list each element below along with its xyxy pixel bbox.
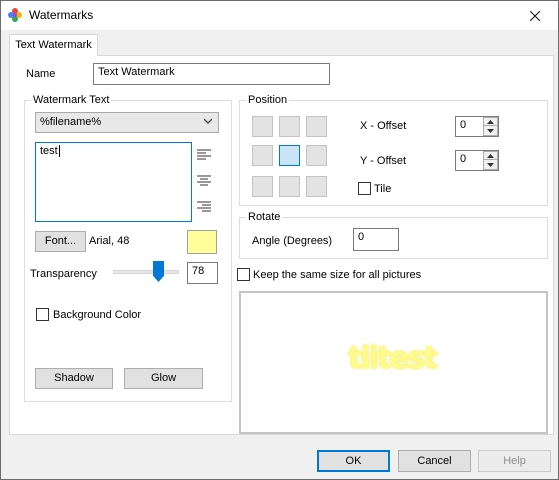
window-title: Watermarks: [29, 8, 94, 22]
cancel-button[interactable]: Cancel: [398, 450, 471, 472]
y-offset-down[interactable]: [484, 161, 497, 169]
tile-label: Tile: [374, 183, 392, 195]
spin-down-icon: [487, 163, 494, 167]
align-left-icon[interactable]: [197, 149, 211, 161]
tab-panel: Name Text Watermark Watermark Text %file…: [9, 55, 554, 435]
y-offset-label: Y - Offset: [360, 155, 407, 167]
watermark-app-icon: [8, 8, 22, 22]
position-top-left[interactable]: [252, 116, 273, 137]
spin-up-icon: [487, 119, 494, 124]
position-top-center[interactable]: [279, 116, 300, 137]
help-button[interactable]: Help: [478, 450, 551, 472]
name-label: Name: [26, 68, 56, 80]
watermark-text-dropdown[interactable]: %filename%: [35, 112, 219, 133]
keep-size-checkbox[interactable]: [237, 268, 250, 281]
y-offset-value: 0: [460, 153, 467, 165]
position-middle-right[interactable]: [306, 145, 327, 166]
y-offset-spinner[interactable]: [483, 151, 498, 170]
x-offset-value: 0: [460, 119, 467, 131]
position-middle-center[interactable]: [279, 145, 300, 166]
background-color-checkbox[interactable]: [36, 308, 49, 321]
shadow-button[interactable]: Shadow: [35, 368, 113, 389]
watermarks-dialog: Watermarks Text Watermark Name Text Wate…: [0, 0, 559, 480]
position-bottom-left[interactable]: [252, 176, 273, 197]
position-group-title: Position: [246, 94, 290, 106]
dropdown-value: %filename%: [40, 116, 102, 128]
transparency-label: Transparency: [30, 268, 97, 280]
dialog-footer: OK Cancel Help: [1, 441, 558, 479]
glow-button[interactable]: Glow: [124, 368, 203, 389]
keep-size-label: Keep the same size for all pictures: [253, 269, 422, 281]
close-button[interactable]: [512, 1, 558, 30]
tile-checkbox[interactable]: [358, 182, 371, 195]
x-offset-label: X - Offset: [360, 120, 407, 132]
spin-up-icon: [487, 153, 494, 158]
angle-input[interactable]: 0: [353, 228, 399, 251]
position-bottom-right[interactable]: [306, 176, 327, 197]
text-color-swatch[interactable]: [187, 230, 217, 254]
watermark-text-group-title: Watermark Text: [31, 94, 112, 106]
y-offset-up[interactable]: [484, 152, 497, 160]
x-offset-up[interactable]: [484, 118, 497, 126]
watermark-preview: tiitest: [239, 291, 548, 434]
preview-text: tiitest: [348, 341, 438, 376]
name-input[interactable]: Text Watermark: [93, 63, 330, 85]
transparency-slider-track[interactable]: [113, 270, 179, 274]
watermark-text-value: test: [40, 145, 58, 157]
watermark-text-area[interactable]: test: [35, 142, 192, 222]
position-middle-left[interactable]: [252, 145, 273, 166]
ok-button[interactable]: OK: [317, 450, 390, 472]
transparency-input[interactable]: 78: [187, 262, 218, 284]
angle-label: Angle (Degrees): [252, 235, 333, 247]
title-bar: Watermarks: [1, 1, 558, 30]
align-center-icon[interactable]: [197, 175, 211, 187]
close-icon: [530, 10, 540, 21]
tab-text-watermark[interactable]: Text Watermark: [9, 34, 98, 56]
spin-down-icon: [487, 129, 494, 133]
background-color-label: Background Color: [53, 309, 142, 321]
position-bottom-center[interactable]: [279, 176, 300, 197]
chevron-down-icon: [204, 118, 212, 124]
rotate-group-title: Rotate: [246, 211, 283, 223]
x-offset-down[interactable]: [484, 127, 497, 135]
align-right-icon[interactable]: [197, 201, 211, 213]
font-button[interactable]: Font...: [35, 231, 86, 252]
font-description: Arial, 48: [89, 235, 130, 247]
x-offset-spinner[interactable]: [483, 117, 498, 136]
position-top-right[interactable]: [306, 116, 327, 137]
